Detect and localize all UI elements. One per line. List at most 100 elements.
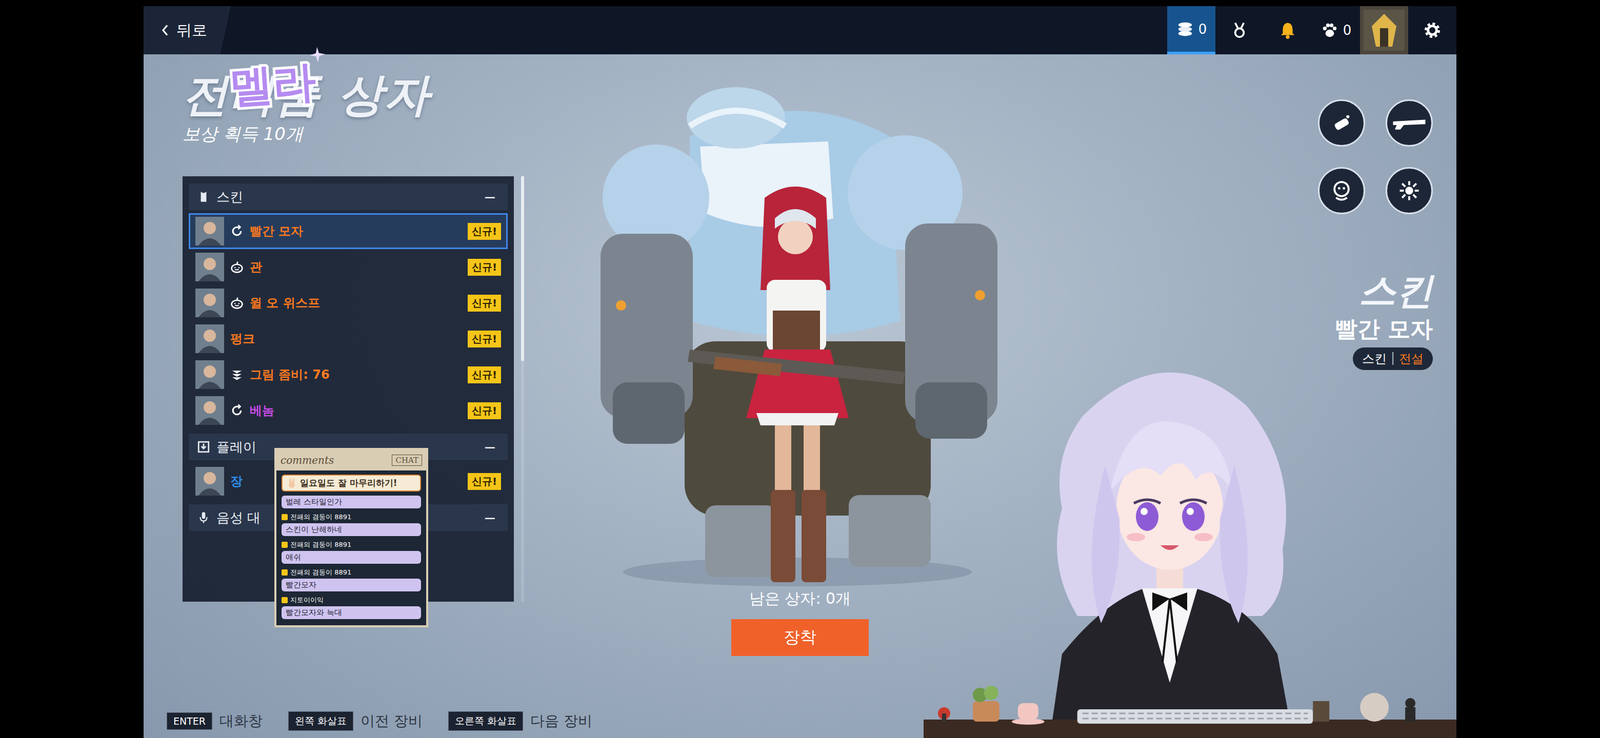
chat-bubble: 빨간모자 — [281, 578, 422, 592]
hero-portrait-icon — [195, 360, 225, 390]
reward-item[interactable]: 빨간 모자신규! — [188, 213, 508, 250]
avatar-emblem-icon — [1363, 9, 1405, 51]
spray-button[interactable] — [1317, 99, 1366, 147]
top-bar: 뒤로00 — [143, 6, 1457, 55]
section-header[interactable]: 스킨− — [188, 183, 508, 211]
collapse-toggle[interactable]: − — [483, 188, 500, 207]
chat-bubble: 벌레 스타일인가 — [281, 495, 422, 509]
chat-message: 전패의 겸둥이 8891애쉬 — [281, 540, 422, 565]
key-cap: ENTER — [166, 712, 213, 731]
chat-body: 일요일도 잘 마무리하기!벌레 스타일인가전패의 겸둥이 8891스킨이 난해하… — [276, 470, 427, 626]
scrollbar[interactable] — [521, 176, 525, 603]
pumpkin-icon — [230, 296, 244, 310]
reward-item[interactable]: 베놈신규! — [188, 392, 508, 429]
hero-portrait-icon — [195, 396, 225, 426]
hero-portrait-icon — [195, 324, 225, 354]
hero-portrait-icon — [195, 252, 225, 282]
loot-box-counter[interactable]: 0 — [1167, 6, 1216, 55]
hero-portrait-icon — [195, 216, 225, 246]
item-name: 빨간 모자 — [1334, 314, 1433, 345]
reward-item[interactable]: 윌 오 위스프신규! — [188, 285, 508, 322]
screen: 뒤로00전리품 상자보상 획득 10개스킨−빨간 모자신규!관신규!윌 오 위스… — [0, 0, 1600, 738]
reward-item[interactable]: 펑크신규! — [188, 321, 508, 357]
chat-bubble: 스킨이 난해하네 — [281, 523, 422, 537]
settings-button[interactable] — [1408, 6, 1457, 55]
streamer-logo: 멜라 — [227, 52, 318, 117]
level-badge-icon — [281, 514, 288, 521]
medal-button[interactable] — [1215, 6, 1264, 55]
new-badge: 신규! — [467, 366, 502, 384]
rarity-tag: 스킨|전설 — [1352, 347, 1433, 371]
chat-header: commentsCHAT — [276, 450, 427, 471]
reward-item[interactable]: 관신규! — [188, 249, 508, 286]
page-subtitle: 보상 획득 10개 — [182, 122, 549, 147]
new-badge: 신규! — [467, 294, 502, 312]
game-frame: 뒤로00전리품 상자보상 획득 10개스킨−빨간 모자신규!관신규!윌 오 위스… — [143, 6, 1457, 738]
sparkle-icon — [309, 46, 326, 64]
cosmetic-category-buttons — [1317, 99, 1433, 215]
battle-pass-icon — [230, 368, 244, 382]
new-badge: 신규! — [467, 402, 502, 420]
pet-counter[interactable]: 0 — [1311, 6, 1360, 55]
spray-can-icon — [1329, 111, 1354, 135]
key-cap: 왼쪽 화살표 — [288, 711, 354, 732]
shirt-icon — [196, 190, 211, 204]
desk-decoration — [923, 666, 1457, 738]
new-badge: 신규! — [467, 330, 502, 348]
chat-message: 전패의 겸둥이 8891스킨이 난해하네 — [281, 512, 422, 537]
chat-message: 벌레 스타일인가 — [281, 495, 422, 509]
hero-skin-preview[interactable] — [592, 85, 1008, 588]
microphone-icon — [196, 511, 211, 525]
key-hint: ENTER대화창 — [166, 711, 263, 732]
gear-icon — [1423, 21, 1442, 40]
coins-icon — [1175, 20, 1195, 39]
new-badge: 신규! — [467, 473, 502, 491]
top-right-cluster: 00 — [1167, 6, 1457, 55]
collapse-toggle[interactable]: − — [483, 509, 500, 528]
item-info: 스킨빨간 모자스킨|전설 — [1334, 270, 1433, 371]
chat-message: 지토이이익빨간모자와 늑대 — [281, 595, 422, 620]
pumpkin-icon — [230, 260, 244, 274]
player-icon-icon — [196, 440, 211, 454]
key-hint: 오른쪽 화살표다음 장비 — [448, 711, 593, 732]
chevron-left-icon — [161, 23, 170, 37]
reward-item[interactable]: 그림 좀비: 76신규! — [188, 356, 508, 393]
hero-portrait-icon — [195, 467, 225, 496]
new-badge: 신규! — [467, 223, 502, 240]
remaining-boxes: 남은 상자: 0개 — [749, 587, 851, 611]
chat-message: 전패의 겸둥이 8891빨간모자 — [281, 568, 422, 592]
weapon-charm-button[interactable] — [1385, 99, 1433, 147]
paw-icon — [1320, 21, 1339, 40]
level-badge-icon — [281, 542, 288, 549]
medal-icon — [1230, 21, 1249, 40]
collapse-toggle[interactable]: − — [483, 438, 500, 457]
bunny-icon — [286, 478, 297, 489]
chat-username: 지토이이익 — [281, 595, 422, 606]
preview-stage: 남은 상자: 0개장착 — [548, 54, 1052, 705]
profile-avatar[interactable] — [1360, 6, 1409, 55]
chat-username: 전패의 겸둥이 8891 — [281, 568, 422, 578]
streamer-avatar — [1041, 354, 1293, 738]
emote-button[interactable] — [1317, 167, 1366, 215]
chat-overlay: commentsCHAT 일요일도 잘 마무리하기! 벌레 스타일인가전패의 겸둥이… — [274, 448, 429, 628]
chat-bubble: 애쉬 — [281, 551, 422, 565]
back-button[interactable]: 뒤로 — [143, 6, 231, 55]
bell-icon — [1278, 21, 1297, 40]
new-badge: 신규! — [467, 258, 502, 276]
chat-username: 전패의 겸둥이 8891 — [281, 512, 422, 523]
chat-bubble: 빨간모자와 늑대 — [281, 606, 422, 620]
key-cap: 오른쪽 화살표 — [448, 711, 524, 732]
notification-button[interactable] — [1263, 6, 1312, 55]
highlight-intro-button[interactable] — [1385, 167, 1433, 215]
burst-icon — [1397, 178, 1422, 203]
weapon-icon — [1391, 114, 1428, 133]
limited-event-icon — [230, 404, 244, 418]
scroll-thumb[interactable] — [521, 176, 525, 362]
chat-username: 전패의 겸둥이 8891 — [281, 540, 422, 550]
item-category: 스킨 — [1358, 270, 1433, 312]
level-badge-icon — [281, 569, 288, 576]
hero-portrait-icon — [195, 288, 225, 318]
key-hint: 왼쪽 화살표이전 장비 — [288, 711, 423, 732]
chat-notice: 일요일도 잘 마무리하기! — [281, 474, 422, 492]
equip-button[interactable]: 장착 — [731, 619, 869, 657]
